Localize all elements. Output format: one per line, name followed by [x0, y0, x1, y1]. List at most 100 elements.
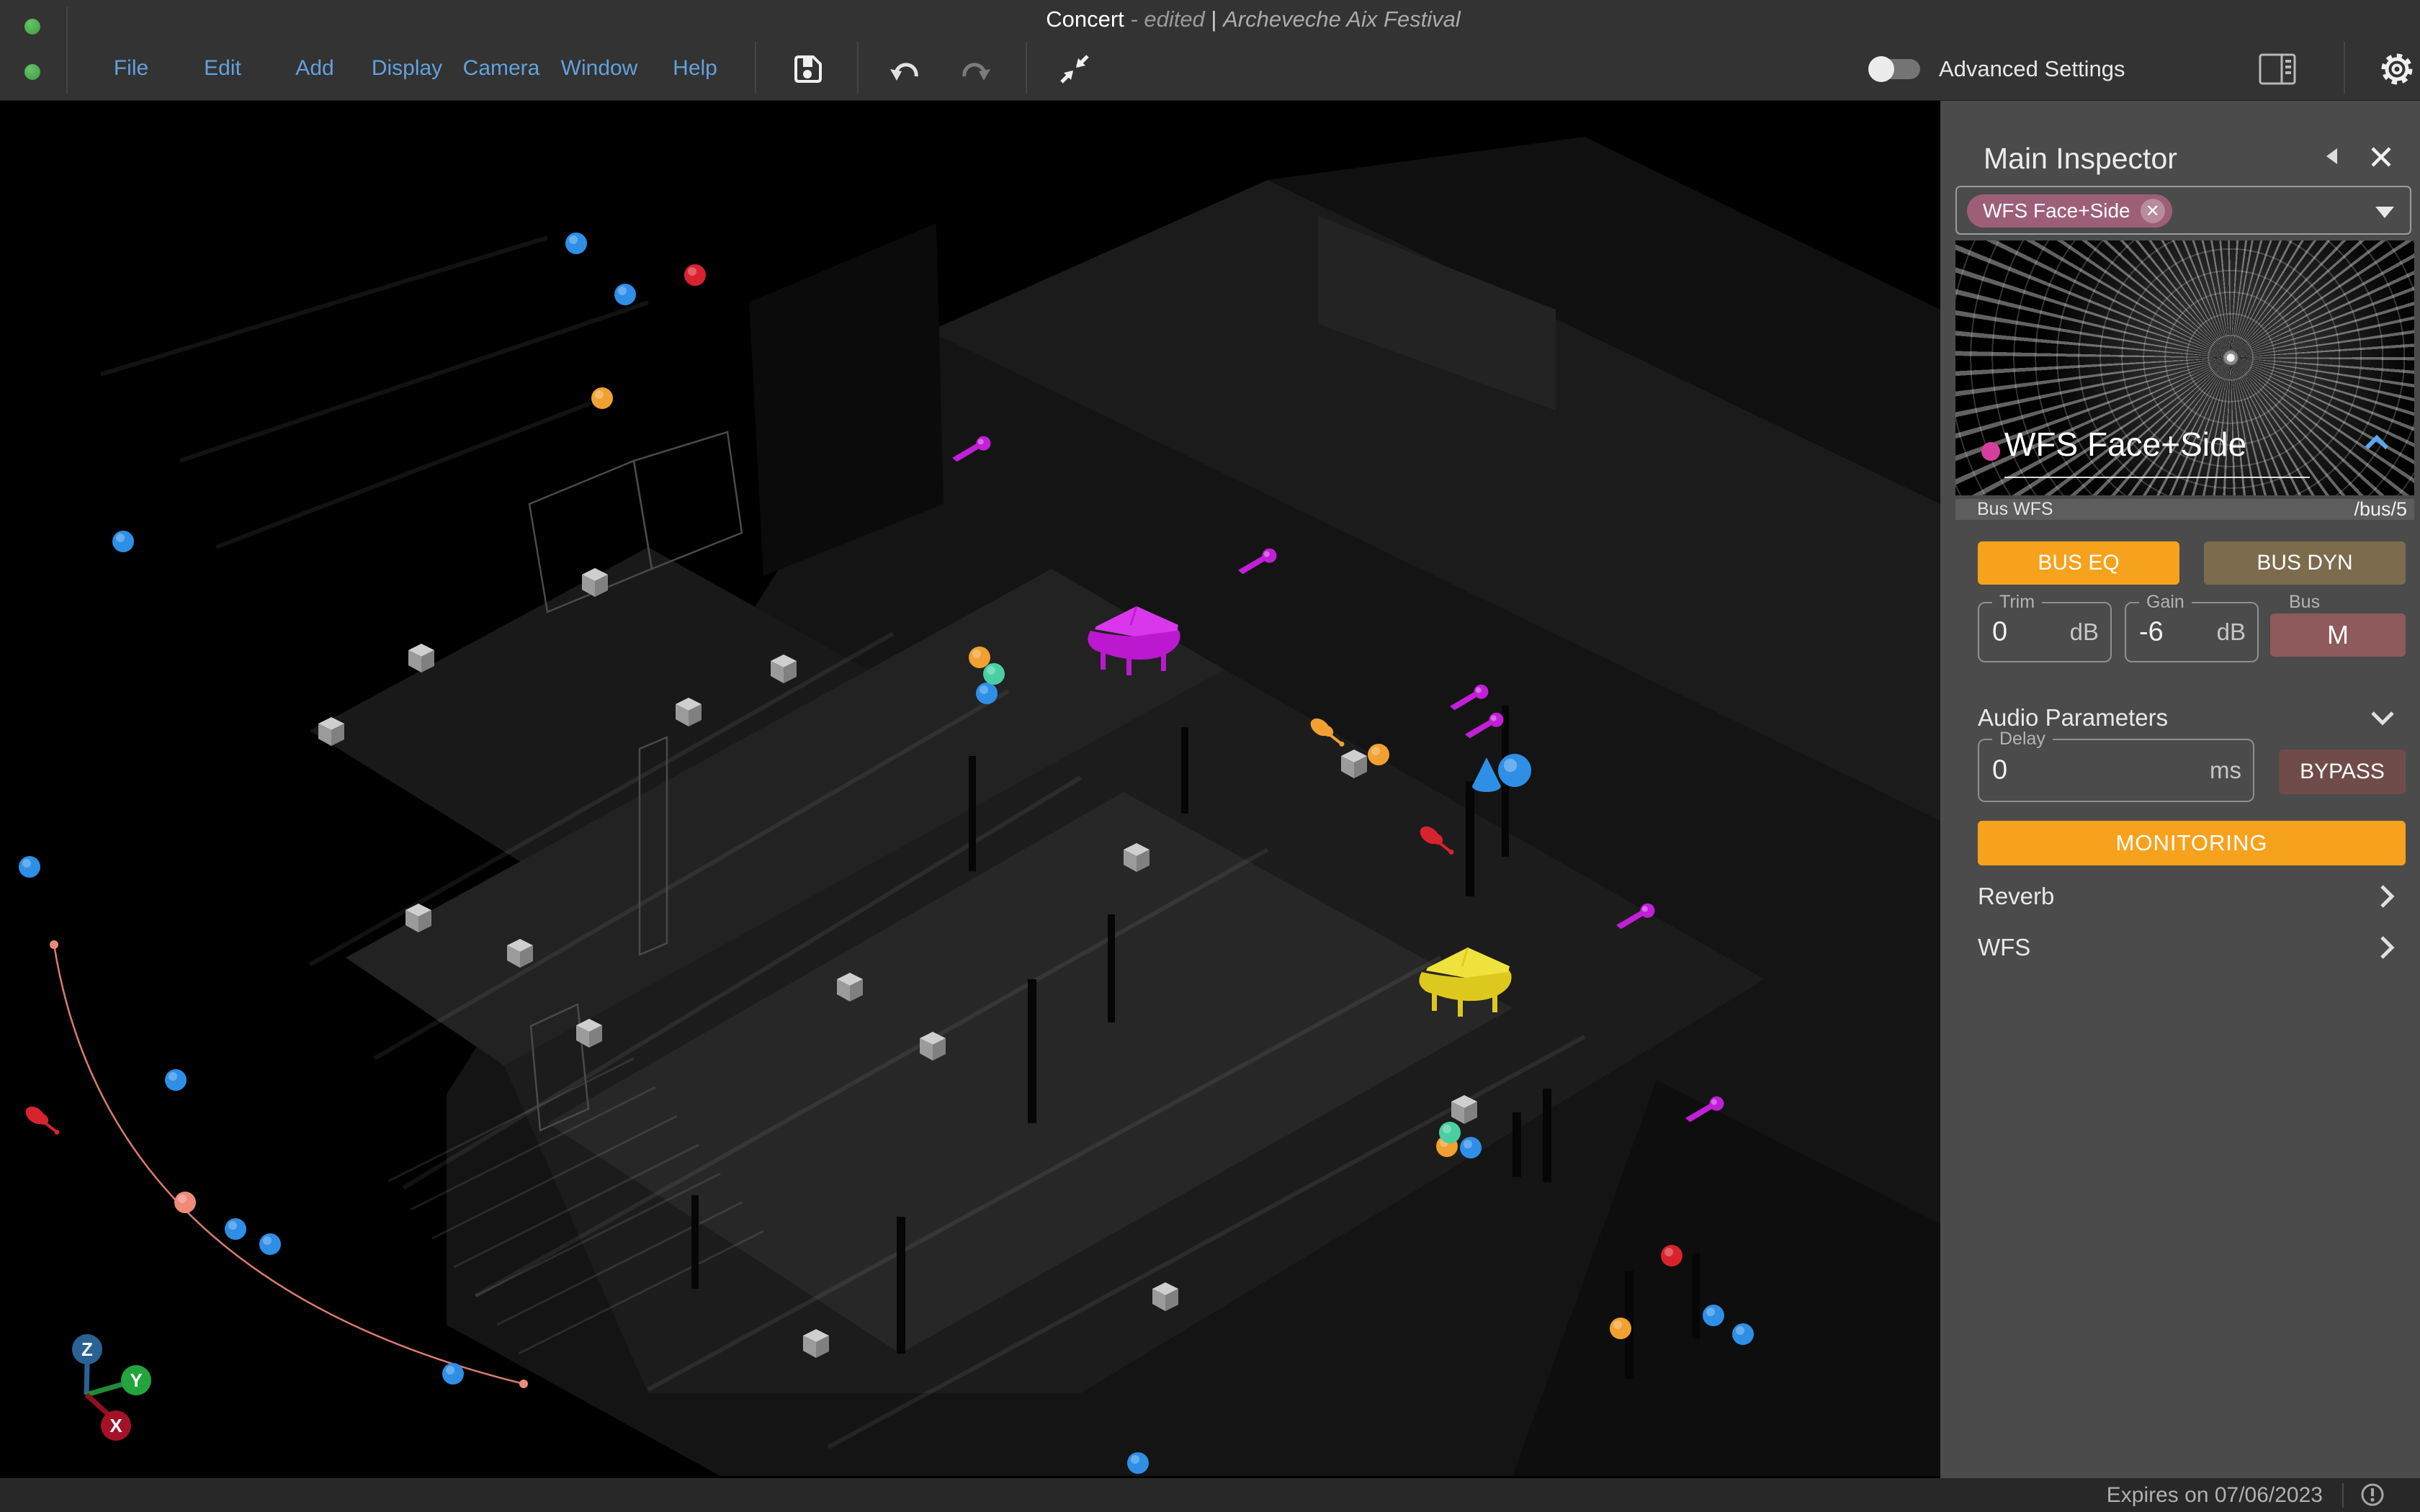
arc-endpoint[interactable]	[50, 940, 58, 949]
delay-label: Delay	[1992, 729, 2053, 750]
selected-object-tag[interactable]: WFS Face+Side ✕	[1967, 194, 2172, 228]
bus-info-strip: Bus WFS /bus/5	[1955, 499, 2414, 520]
selection-dropdown[interactable]: WFS Face+Side ✕	[1955, 186, 2411, 235]
source-dot-teal[interactable]	[983, 663, 1005, 685]
project-subtitle: Archeveche Aix Festival	[1223, 6, 1461, 32]
wfs-section-row[interactable]: WFS	[1978, 934, 2030, 961]
source-dot-orange[interactable]	[591, 387, 613, 409]
divider	[857, 42, 859, 94]
menu-edit[interactable]: Edit	[204, 56, 241, 81]
undo-icon	[889, 54, 923, 84]
source-dot-orange[interactable]	[1368, 744, 1389, 765]
stand-bar	[1028, 979, 1036, 1123]
stand-bar	[897, 1217, 905, 1354]
menu-file[interactable]: File	[114, 56, 148, 81]
arc-endpoint[interactable]	[519, 1380, 528, 1388]
top-bar: Concert - edited | Archeveche Aix Festiv…	[0, 0, 2420, 101]
gain-unit: dB	[2217, 618, 2246, 646]
reverb-section-row[interactable]: Reverb	[1978, 883, 2054, 910]
axis-y-label: Y	[130, 1369, 142, 1391]
source-dot-orange[interactable]	[969, 647, 990, 668]
panel-layout-icon	[2259, 53, 2296, 85]
delay-unit: ms	[2210, 757, 2241, 784]
menu-add[interactable]: Add	[295, 56, 333, 81]
selected-object-label: WFS Face+Side	[1983, 199, 2130, 222]
source-dot-teal[interactable]	[1439, 1122, 1461, 1143]
settings-button[interactable]	[2378, 50, 2416, 88]
axis-y-handle[interactable]: Y	[121, 1365, 151, 1395]
axis-gizmo[interactable]: Z Y X	[65, 1328, 166, 1444]
audio-parameters-header[interactable]: Audio Parameters	[1978, 704, 2168, 732]
gain-field[interactable]: Gain -6 dB	[2125, 602, 2259, 662]
status-led-2	[24, 64, 40, 80]
source-dot-salmon[interactable]	[174, 1192, 196, 1213]
source-dot-red[interactable]	[684, 264, 706, 286]
panel-layout-button[interactable]	[2259, 53, 2296, 85]
delay-value[interactable]: 0	[1992, 755, 2007, 786]
bus-dyn-button[interactable]: BUS DYN	[2204, 541, 2406, 585]
stand-bar	[969, 756, 976, 871]
source-dot-blue[interactable]	[259, 1233, 281, 1255]
chevron-down-icon	[2375, 207, 2394, 218]
gain-value[interactable]: -6	[2139, 617, 2164, 648]
menu-display[interactable]: Display	[372, 56, 442, 81]
source-dot-blue[interactable]	[976, 683, 998, 704]
chevron-right-icon[interactable]	[2378, 934, 2396, 965]
chevron-right-icon[interactable]	[2378, 883, 2396, 914]
source-dot-orange[interactable]	[1610, 1318, 1631, 1339]
stand-bar	[1108, 914, 1115, 1022]
bus-eq-button[interactable]: BUS EQ	[1978, 541, 2179, 585]
info-icon	[2360, 1482, 2385, 1508]
collapse-icon	[1057, 52, 1092, 86]
light-streak	[101, 238, 547, 374]
save-button[interactable]	[792, 53, 825, 86]
source-dot-blue[interactable]	[1703, 1305, 1724, 1326]
source-dot-blue[interactable]	[442, 1363, 464, 1385]
chevron-down-icon[interactable]	[2370, 710, 2396, 731]
panel-close-button[interactable]	[2369, 145, 2393, 169]
axis-z-label: Z	[81, 1338, 93, 1360]
source-dot-blue[interactable]	[165, 1069, 187, 1091]
source-dot-blue[interactable]	[112, 531, 134, 552]
source-sphere-large[interactable]	[1498, 754, 1531, 787]
inspector-title: Main Inspector	[1984, 142, 2177, 176]
remove-selection-icon[interactable]: ✕	[2141, 199, 2165, 223]
menu-window[interactable]: Window	[561, 56, 638, 81]
menu-help[interactable]: Help	[673, 56, 717, 81]
bypass-button[interactable]: BYPASS	[2279, 750, 2406, 794]
viewport-3d[interactable]: Z Y X	[0, 101, 1940, 1478]
divider	[2004, 477, 2310, 478]
close-icon	[2369, 145, 2393, 169]
source-dot-blue[interactable]	[225, 1218, 246, 1240]
trim-field[interactable]: Trim 0 dB	[1978, 602, 2112, 662]
trim-unit: dB	[2070, 618, 2099, 646]
source-dot-blue[interactable]	[1732, 1323, 1754, 1345]
edited-flag: - edited	[1130, 6, 1204, 32]
stand-bar	[1512, 1112, 1521, 1177]
panel-collapse-button[interactable]	[2326, 148, 2337, 164]
viewport-3d-scene[interactable]	[0, 101, 1940, 1478]
license-expiry-text: Expires on 07/06/2023	[2107, 1483, 2323, 1508]
source-dot-blue[interactable]	[614, 284, 636, 305]
delay-field[interactable]: Delay 0 ms	[1978, 739, 2254, 802]
source-dot-blue[interactable]	[1127, 1452, 1149, 1474]
menu-camera[interactable]: Camera	[463, 56, 540, 81]
violin[interactable]	[22, 1103, 63, 1140]
source-dot-blue[interactable]	[19, 856, 40, 878]
monitoring-button[interactable]: MONITORING	[1978, 821, 2406, 865]
source-dot-blue[interactable]	[565, 233, 587, 254]
license-info-button[interactable]	[2360, 1482, 2385, 1508]
trim-value[interactable]: 0	[1992, 617, 2007, 648]
bus-mute-button[interactable]: M	[2270, 613, 2406, 657]
axis-x-handle[interactable]: X	[101, 1410, 131, 1441]
advanced-settings-toggle[interactable]	[1871, 59, 1920, 79]
light-streak	[180, 302, 648, 461]
undo-button[interactable]	[889, 54, 923, 84]
collapse-panels-button[interactable]	[1057, 52, 1092, 86]
redo-button[interactable]	[957, 54, 992, 84]
source-dot-blue[interactable]	[1460, 1137, 1482, 1158]
axis-z-handle[interactable]: Z	[72, 1334, 102, 1364]
bus-field-label: Bus	[2289, 592, 2320, 613]
collapse-artwork-button[interactable]	[2362, 433, 2391, 456]
source-dot-red[interactable]	[1661, 1245, 1682, 1266]
